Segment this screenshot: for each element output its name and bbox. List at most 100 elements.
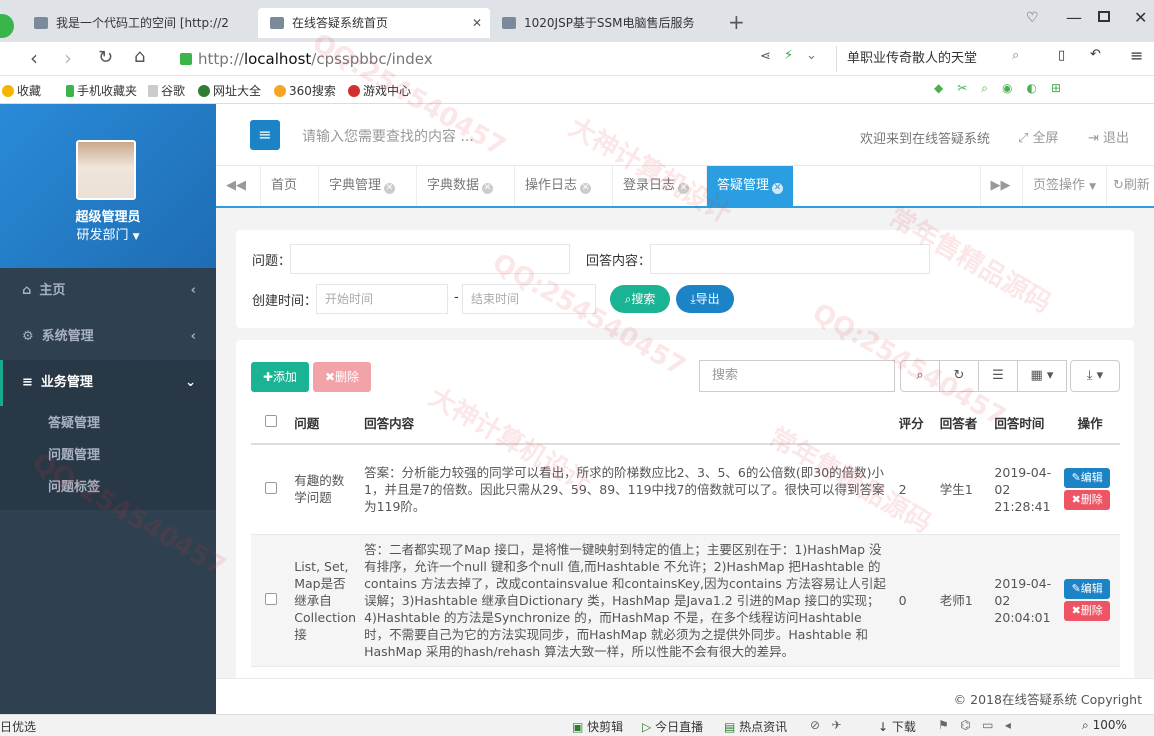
bookmark-sites[interactable]: 网址大全 [198,82,261,99]
close-icon[interactable]: ✕ [384,183,396,194]
undo-icon[interactable]: ↶ [1090,47,1101,62]
edit-icon: ✎ [1071,582,1081,595]
forward-icon[interactable]: › [64,46,72,70]
nav-label: 业务管理 [40,375,93,390]
fullscreen-button[interactable]: ⤢ 全屏 [1018,127,1059,146]
add-button[interactable]: ✚添加 [251,362,309,392]
end-time-input[interactable]: 结束时间 [462,284,596,314]
table-toggle-view-button[interactable]: ☰ [978,360,1018,392]
header-search-input[interactable]: 请输入您需要查找的内容 ... [302,126,474,146]
tab-login-log[interactable]: 登录日志 ✕ [612,166,699,206]
sidebar-toggle-button[interactable]: ≡ [250,120,280,150]
tab-dict-manage[interactable]: 字典管理 ✕ [318,166,405,206]
col-score[interactable]: 评分 [894,402,936,445]
browser-search-input[interactable]: 单职业传奇散人的天堂 [836,46,1036,72]
share-icon[interactable]: ⋖ [760,49,771,64]
status-live[interactable]: ▷ 今日直播 [642,718,703,735]
status-misc-icons[interactable]: ⊘ ✈ [810,718,842,732]
back-icon[interactable]: ‹ [30,46,38,70]
close-icon[interactable]: ✕ [482,183,494,194]
score-cell: 0 [894,534,936,667]
question-input[interactable] [290,244,570,274]
table-refresh-button[interactable]: ↻ [939,360,979,392]
delete-button[interactable]: ✖删除 [1064,601,1111,621]
edit-button[interactable]: ✎编辑 [1064,468,1111,489]
search-icon[interactable]: ⌕ [1012,48,1019,63]
table-columns-dropdown[interactable]: ▦ ▾ [1017,360,1067,392]
browser-tab-1[interactable]: 我是一个代码工的空间 [http://2 [22,8,254,38]
dropdown-icon[interactable]: ⌄ [806,48,817,63]
url-host: localhost [243,50,312,68]
reload-icon[interactable]: ↻ [98,47,113,68]
bookmark-games[interactable]: 游戏中心 [348,82,411,99]
col-answer[interactable]: 回答内容 [360,402,895,445]
status-quick-edit[interactable]: ▣ 快剪辑 [572,718,623,735]
search-button-label: 搜索 [631,292,656,306]
nav-home[interactable]: ⌂ 主页 ‹ [0,268,216,314]
answer-input[interactable] [650,244,930,274]
tab-answer-manage[interactable]: 答疑管理 ✕ [706,166,794,206]
menu-icon[interactable]: ≡ [1130,46,1143,65]
nav-business[interactable]: ≡ 业务管理 ⌄ [0,360,216,406]
tab-home[interactable]: 首页 [260,166,307,206]
url-field[interactable]: http://localhost/cpsspbbc/index [180,46,740,72]
table-search-button[interactable]: ⌕ [900,360,940,392]
bookmark-mobile[interactable]: 手机收藏夹 [66,82,137,99]
subnav-answer-manage[interactable]: 答疑管理 [48,412,100,431]
delete-button[interactable]: ✖删除 [1064,490,1111,511]
tabs-scroll-left-icon[interactable]: ◀◀ [216,166,256,206]
delete-selected-button[interactable]: ✖删除 [313,362,371,392]
col-answerer[interactable]: 回答者 [935,402,991,445]
new-tab-icon[interactable]: + [728,10,745,34]
maximize-icon[interactable] [1098,11,1110,22]
avatar[interactable] [76,140,136,200]
close-tab-icon[interactable]: ✕ [472,8,482,38]
browser-tab-2[interactable]: 在线答疑系统首页 ✕ [258,8,490,38]
row-select-cell [251,534,291,667]
col-time[interactable]: 回答时间 [990,402,1061,445]
export-button[interactable]: ⤓导出 [676,285,734,313]
refresh-tab-button[interactable]: ↻刷新 [1106,166,1150,206]
bookmark-favorites[interactable]: 收藏 [2,82,41,99]
lightning-icon[interactable]: ⚡ [784,48,793,63]
department-dropdown[interactable]: 研发部门 ▼ [0,224,216,243]
tab-op-log[interactable]: 操作日志 ✕ [514,166,601,206]
bookmark-360[interactable]: 360搜索 [274,82,336,99]
select-all-checkbox[interactable] [264,415,277,427]
edit-icon: ✎ [1071,471,1081,485]
edit-button[interactable]: ✎编辑 [1064,579,1111,599]
extension-icons[interactable]: ◆✂⌕◉◐⊞ [934,81,1075,96]
tab-dict-data[interactable]: 字典数据 ✕ [416,166,503,206]
subnav-question-tags[interactable]: 问题标签 [48,476,100,495]
status-tool-icons[interactable]: ⚑ ⌬ ▭ ◂ [938,718,1011,732]
close-icon[interactable]: ✕ [772,183,784,194]
phone-icon[interactable]: ▯ [1058,48,1065,63]
tab-ops-dropdown[interactable]: 页签操作 ▼ [1022,166,1106,206]
actions-cell: ✎编辑 ✖删除 [1060,534,1120,667]
col-question[interactable]: 问题 [290,402,361,445]
close-window-icon[interactable]: ✕ [1134,8,1147,27]
nav-system[interactable]: ⚙ 系统管理 ‹ [0,314,216,360]
row-checkbox[interactable] [264,481,277,494]
search-button[interactable]: ⌕搜索 [610,285,670,313]
status-download[interactable]: ↓ 下载 [878,718,916,735]
logout-button[interactable]: ⇥ 退出 [1088,127,1129,146]
skin-icon[interactable]: ♡ [1026,10,1039,26]
browser-tab-3[interactable]: 1020JSP基于SSM电脑售后服务 [490,8,722,38]
table-export-dropdown[interactable]: ⤓ ▾ [1070,360,1120,392]
status-news[interactable]: ▤ 热点资讯 [724,718,787,735]
row-checkbox[interactable] [264,592,277,605]
subnav-question-manage[interactable]: 问题管理 [48,444,100,463]
home-page-icon[interactable]: ⌂ [134,46,145,67]
minimize-icon[interactable]: — [1066,8,1082,27]
tabs-scroll-right-icon[interactable]: ▶▶ [980,166,1020,206]
start-time-input[interactable]: 开始时间 [316,284,448,314]
close-icon[interactable]: ✕ [678,183,690,194]
time-cell: 2019-04-02 21:28:41 [990,444,1061,535]
zoom-control[interactable]: ⌕ 100% [1082,718,1127,733]
table-search-input[interactable]: 搜索 [699,360,895,392]
scissors-icon: ▣ [572,720,584,734]
department-label: 研发部门 [76,228,129,243]
close-icon[interactable]: ✕ [580,183,592,194]
bookmark-google[interactable]: 谷歌 [148,82,185,99]
